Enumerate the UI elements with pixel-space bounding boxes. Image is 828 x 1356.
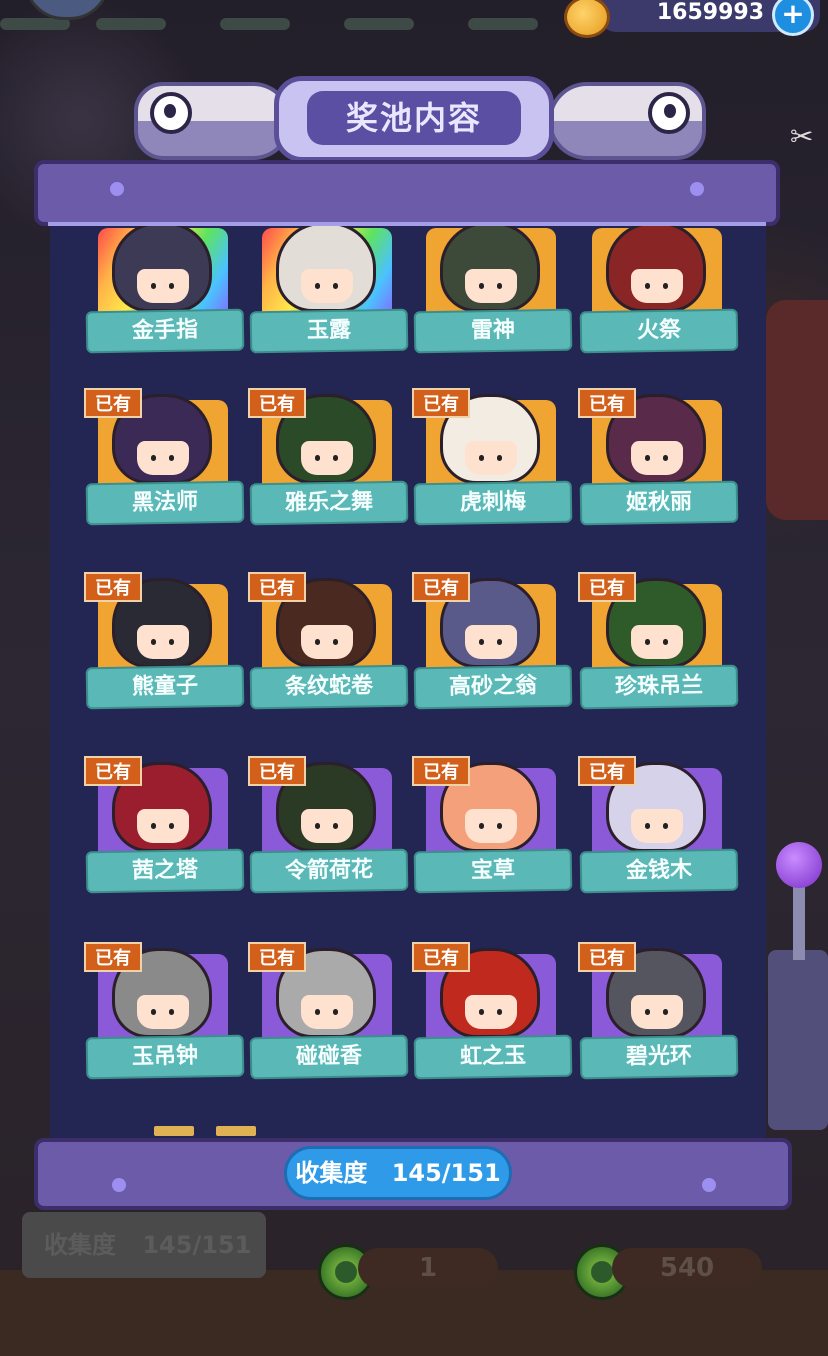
character-card[interactable]: 火祭已有	[579, 226, 739, 358]
plus-icon[interactable]: +	[772, 0, 814, 36]
character-card[interactable]: 虎刺梅 已有	[412, 388, 573, 530]
currency-amount: 1659993	[656, 0, 764, 25]
character-card[interactable]: 玉露已有	[249, 226, 409, 358]
character-name: 珍珠吊兰	[579, 664, 739, 710]
character-avatar	[606, 226, 706, 312]
prize-pool-list[interactable]: 金手指已有玉露已有雷神已有火祭已有黑法师已有雅乐之舞已有虎刺梅已有姬秋丽已有熊童…	[50, 226, 766, 1140]
side-decoration	[766, 300, 828, 520]
character-card[interactable]: 金钱木 已有	[578, 756, 739, 898]
character-name: 火祭	[579, 308, 739, 354]
character-name: 虎刺梅	[413, 480, 573, 526]
owned-badge: 已有	[248, 942, 306, 972]
character-card[interactable]: 黑法师 已有	[84, 388, 245, 530]
character-name: 虹之玉	[413, 1034, 573, 1080]
character-name: 金手指	[85, 308, 245, 354]
bottom-collection-value: 145/151	[142, 1231, 252, 1259]
title-plate: 奖池内容	[274, 76, 554, 162]
character-card[interactable]: 玉吊钟 已有	[84, 942, 245, 1084]
character-card[interactable]: 宝草 已有	[412, 756, 573, 898]
owned-badge: 已有	[84, 756, 142, 786]
bottom-collection-label: 收集度	[44, 1231, 116, 1259]
character-name: 茜之塔	[85, 848, 245, 894]
owned-badge: 已有	[248, 388, 306, 418]
character-name: 姬秋丽	[579, 480, 739, 526]
owned-badge: 已有	[248, 756, 306, 786]
character-name: 雷神	[413, 308, 573, 354]
fish-decoration-right	[548, 72, 706, 162]
owned-badge: 已有	[412, 942, 470, 972]
bg-decoration	[344, 18, 414, 30]
character-card[interactable]: 条纹蛇卷 已有	[248, 572, 409, 714]
character-avatar	[112, 226, 212, 312]
character-name: 碰碰香	[249, 1034, 409, 1080]
character-avatar	[440, 226, 540, 312]
scroll-indicator	[154, 1126, 194, 1136]
owned-badge: 已有	[84, 388, 142, 418]
character-card[interactable]: 雅乐之舞 已有	[248, 388, 409, 530]
character-name: 碧光环	[579, 1034, 739, 1080]
character-card[interactable]: 雷神已有	[413, 226, 573, 358]
scroll-indicator	[216, 1126, 256, 1136]
character-name: 高砂之翁	[413, 664, 573, 710]
character-card[interactable]: 虹之玉 已有	[412, 942, 573, 1084]
bg-decoration	[220, 18, 290, 30]
character-card[interactable]: 令箭荷花 已有	[248, 756, 409, 898]
lever-handle[interactable]	[776, 842, 822, 888]
character-name: 黑法师	[85, 480, 245, 526]
owned-badge: 已有	[578, 572, 636, 602]
character-card[interactable]: 珍珠吊兰 已有	[578, 572, 739, 714]
owned-badge: 已有	[578, 942, 636, 972]
share-icon[interactable]: ✂	[790, 120, 828, 160]
bg-decoration	[96, 18, 166, 30]
currency-bar: 1659993 +	[564, 0, 820, 38]
collection-progress: 收集度 145/151	[284, 1146, 512, 1200]
character-name: 宝草	[413, 848, 573, 894]
owned-badge: 已有	[578, 756, 636, 786]
character-avatar	[276, 226, 376, 312]
owned-badge: 已有	[412, 756, 470, 786]
owned-badge: 已有	[248, 572, 306, 602]
character-name: 条纹蛇卷	[249, 664, 409, 710]
bg-decoration	[468, 18, 538, 30]
owned-badge: 已有	[84, 572, 142, 602]
character-name: 熊童子	[85, 664, 245, 710]
collection-label: 收集度	[295, 1159, 368, 1187]
page-title: 奖池内容	[307, 91, 521, 145]
character-card[interactable]: 茜之塔 已有	[84, 756, 245, 898]
character-card[interactable]: 姬秋丽 已有	[578, 388, 739, 530]
character-card[interactable]: 高砂之翁 已有	[412, 572, 573, 714]
frame-bottom: 收集度 145/151	[34, 1138, 792, 1210]
character-name: 令箭荷花	[249, 848, 409, 894]
character-card[interactable]: 碧光环 已有	[578, 942, 739, 1084]
character-name: 金钱木	[579, 848, 739, 894]
frame-top	[34, 160, 780, 226]
character-card[interactable]: 金手指已有	[85, 226, 245, 358]
character-name: 玉露	[249, 308, 409, 354]
token-count: 1	[358, 1248, 498, 1288]
collection-value: 145/151	[391, 1159, 501, 1187]
token-count-2: 540	[612, 1248, 762, 1288]
lever-base	[768, 950, 828, 1130]
owned-badge: 已有	[84, 942, 142, 972]
bottom-collection-counter: 收集度 145/151	[22, 1212, 266, 1278]
owned-badge: 已有	[412, 388, 470, 418]
character-name: 玉吊钟	[85, 1034, 245, 1080]
lever-stick	[793, 880, 805, 960]
character-card[interactable]: 碰碰香 已有	[248, 942, 409, 1084]
owned-badge: 已有	[412, 572, 470, 602]
character-card[interactable]: 熊童子 已有	[84, 572, 245, 714]
character-name: 雅乐之舞	[249, 480, 409, 526]
fish-decoration-left	[134, 72, 292, 162]
owned-badge: 已有	[578, 388, 636, 418]
